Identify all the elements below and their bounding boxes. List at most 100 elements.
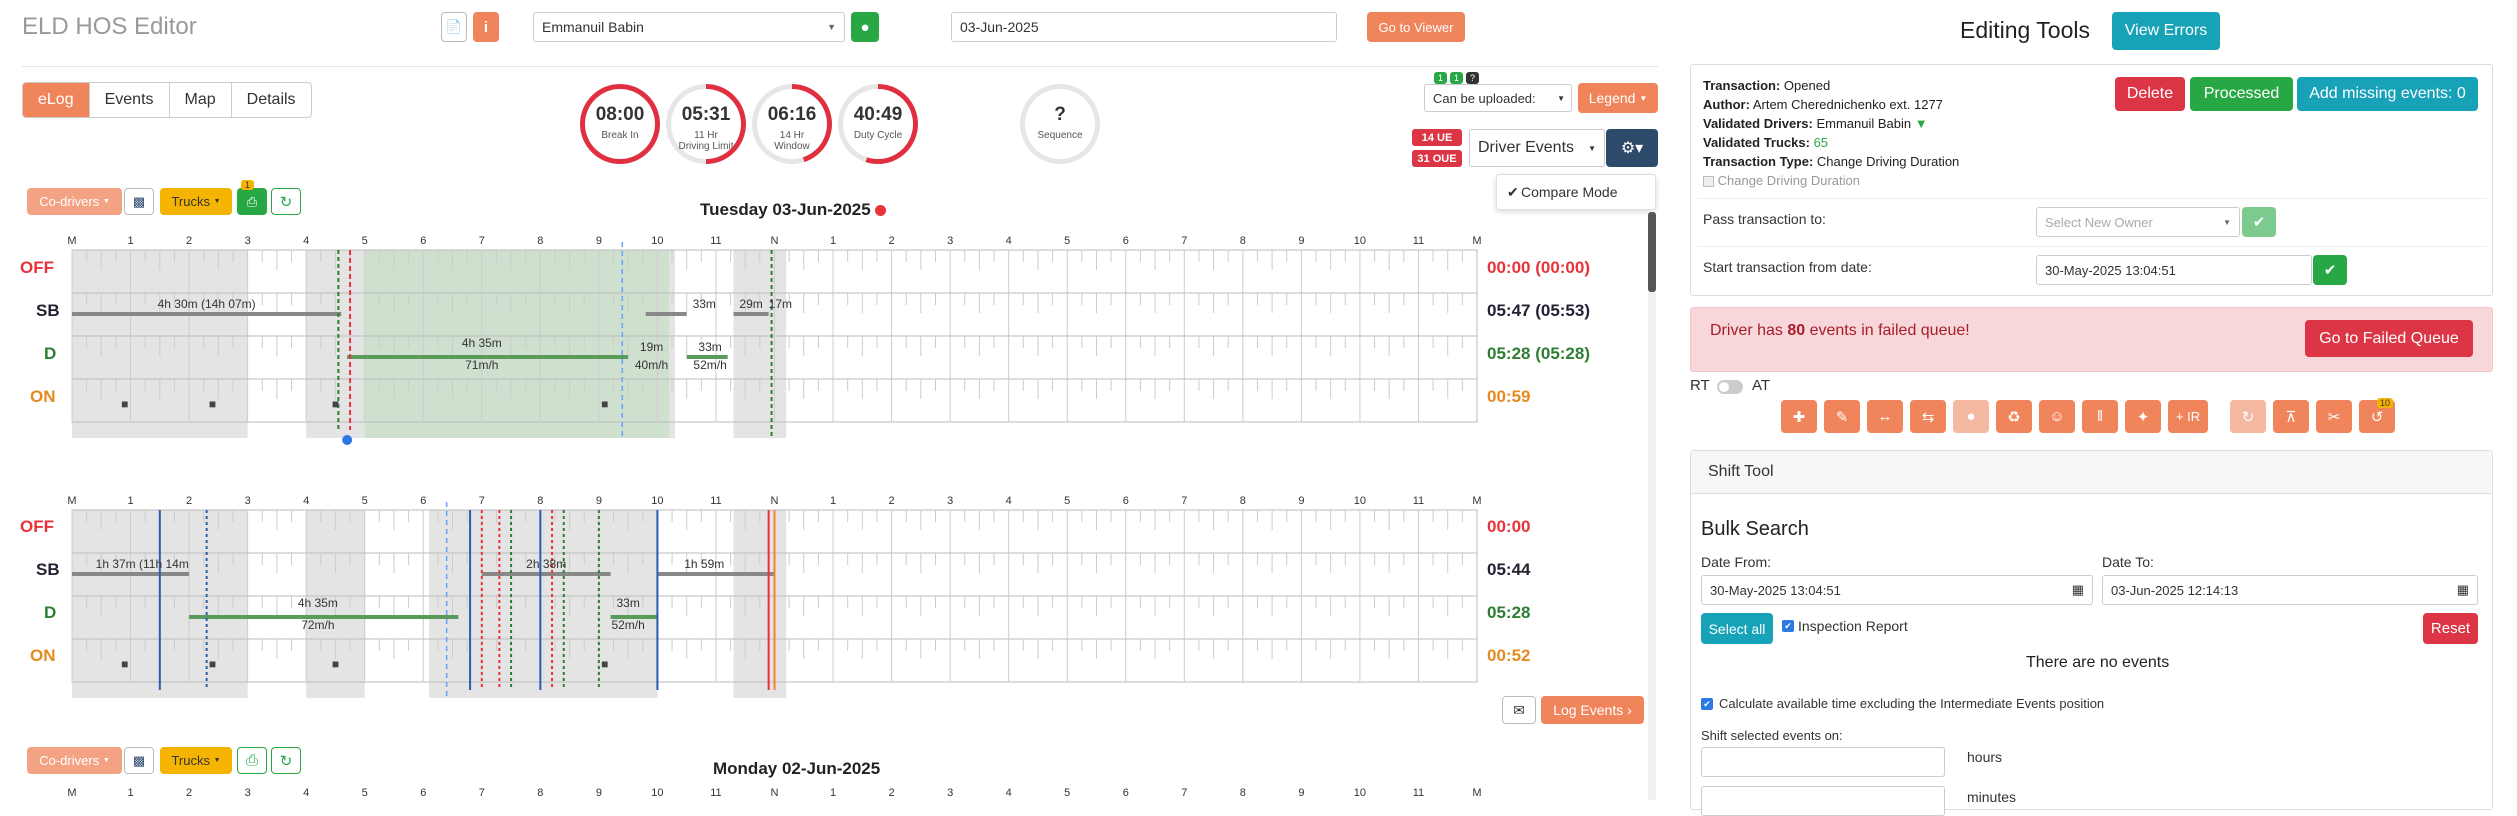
hour-tick-label: 10 bbox=[1354, 495, 1366, 507]
upload-badge-green: 1 bbox=[1450, 72, 1464, 84]
reset-button[interactable]: Reset bbox=[2423, 613, 2478, 644]
inspection-checkbox-row[interactable]: ✔ Inspection Report bbox=[1782, 618, 1908, 634]
hour-tick-label: 9 bbox=[1298, 495, 1304, 507]
segment-label: 52m/h bbox=[693, 358, 726, 372]
edit-icon-button[interactable]: ✎ bbox=[1824, 400, 1860, 433]
legend-button[interactable]: Legend ▼ bbox=[1578, 83, 1658, 113]
font-icon-button[interactable]: ⊼ bbox=[2273, 400, 2309, 433]
processed-button[interactable]: Processed bbox=[2190, 77, 2293, 111]
page-title: ELD HOS Editor bbox=[22, 13, 197, 40]
go-to-failed-queue-button[interactable]: Go to Failed Queue bbox=[2305, 320, 2473, 357]
sync-icon-button[interactable]: ↻ bbox=[2230, 400, 2266, 433]
truck-icon-button[interactable]: ▩ bbox=[124, 188, 154, 215]
print-button[interactable]: ⎙ bbox=[237, 188, 267, 215]
checkbox-checked[interactable]: ✔ bbox=[1782, 620, 1794, 632]
select-all-button[interactable]: Select all bbox=[1701, 613, 1773, 644]
ue-badge[interactable]: 14 UE bbox=[1412, 129, 1462, 146]
view-errors-button[interactable]: View Errors bbox=[2112, 12, 2220, 50]
upload-select[interactable]: Can be uploaded: ▼ bbox=[1424, 84, 1572, 112]
editing-tools-title: Editing Tools bbox=[1960, 17, 2090, 43]
calendar-icon[interactable]: ▦ bbox=[2457, 582, 2469, 598]
columns-icon-button[interactable]: ‖ bbox=[2082, 400, 2118, 433]
expand-horizontal-icon-button[interactable]: ↔ bbox=[1867, 400, 1903, 433]
calc-checkbox-row[interactable]: ✔ Calculate available time excluding the… bbox=[1701, 696, 2104, 711]
hour-tick-label: 7 bbox=[1181, 495, 1187, 507]
hour-tick-label: 8 bbox=[537, 235, 543, 247]
swap-icon-button[interactable]: ⇆ bbox=[1910, 400, 1946, 433]
delete-button[interactable]: Delete bbox=[2115, 77, 2185, 111]
hour-tick-label: M bbox=[1472, 787, 1481, 799]
tab-details[interactable]: Details bbox=[232, 83, 311, 117]
log3-title: Monday 02-Jun-2025 bbox=[713, 759, 881, 778]
hour-tick-label: 10 bbox=[1354, 235, 1366, 247]
segment-label: 1h 59m bbox=[684, 557, 724, 571]
minutes-input[interactable] bbox=[1701, 786, 1945, 816]
hour-tick-label: 5 bbox=[362, 787, 368, 799]
transaction-info: Transaction: Opened Author: Artem Chered… bbox=[1703, 76, 1959, 190]
magic-icon-button[interactable]: ✦ bbox=[2125, 400, 2161, 433]
confirm-owner-button[interactable]: ✔ bbox=[2242, 207, 2276, 237]
compare-mode-menu[interactable]: ✔ Compare Mode bbox=[1496, 174, 1656, 210]
tab-map[interactable]: Map bbox=[170, 83, 232, 117]
codrivers-button[interactable]: Co-drivers ▼ bbox=[27, 188, 122, 215]
comment-button[interactable]: ✉ bbox=[1502, 696, 1536, 724]
user-icon-button[interactable]: ● bbox=[1953, 400, 1989, 433]
shift-tool-title: Shift Tool bbox=[1708, 463, 1774, 480]
trucks-button-2[interactable]: Trucks ▼ bbox=[160, 747, 232, 774]
owner-placeholder: Select New Owner bbox=[2045, 214, 2153, 230]
users-icon-button[interactable]: ☺ bbox=[2039, 400, 2075, 433]
trucks-button[interactable]: Trucks ▼ bbox=[160, 188, 232, 215]
start-date-input[interactable]: 30-May-2025 13:04:51 bbox=[2036, 255, 2312, 285]
add-missing-events-button[interactable]: Add missing events: 0 bbox=[2297, 77, 2478, 111]
tab-events[interactable]: Events bbox=[90, 83, 170, 117]
scissors-icon-button[interactable]: ✂ bbox=[2316, 400, 2352, 433]
trash-icon-button[interactable]: ♻ bbox=[1996, 400, 2032, 433]
codrivers-button-2[interactable]: Co-drivers ▼ bbox=[27, 747, 122, 774]
truck-icon-button-2[interactable]: ▩ bbox=[124, 747, 154, 774]
hours-input[interactable] bbox=[1701, 747, 1945, 777]
calendar-icon[interactable]: ▦ bbox=[2072, 582, 2084, 598]
help-icon[interactable]: ? bbox=[1466, 72, 1480, 84]
driver-events-select[interactable]: Driver Events ▼ bbox=[1469, 129, 1605, 167]
settings-dropdown-button[interactable]: ⚙▾ bbox=[1606, 129, 1658, 167]
gauge-label: Driving Limit bbox=[678, 141, 734, 152]
add-icon-button[interactable]: ✚ bbox=[1781, 400, 1817, 433]
log2-d-total: 05:28 bbox=[1487, 603, 1531, 622]
date-from-input[interactable]: 30-May-2025 13:04:51 ▦ bbox=[1701, 575, 2093, 605]
divider bbox=[1697, 198, 2487, 199]
log1-title: Tuesday 03-Jun-2025 bbox=[700, 200, 887, 220]
log-events-label: Log Events bbox=[1553, 702, 1624, 718]
go-to-viewer-button[interactable]: Go to Viewer bbox=[1367, 12, 1465, 42]
log2-off-label: OFF bbox=[20, 517, 54, 536]
refresh-button[interactable]: ↻ bbox=[271, 188, 301, 215]
hour-tick-label: 4 bbox=[303, 787, 309, 799]
log-events-button[interactable]: Log Events › bbox=[1541, 696, 1644, 724]
hour-tick-label: 2 bbox=[889, 495, 895, 507]
rt-label: RT bbox=[1690, 377, 1710, 394]
owner-select[interactable]: Select New Owner ▼ bbox=[2036, 207, 2240, 237]
log1-title-text: Tuesday 03-Jun-2025 bbox=[700, 200, 871, 219]
hour-tick-label: 5 bbox=[1064, 787, 1070, 799]
pin-icon: ▼ bbox=[1914, 116, 1928, 131]
refresh-button-2[interactable]: ↻ bbox=[271, 747, 301, 774]
oue-badge[interactable]: 31 OUE bbox=[1412, 150, 1462, 167]
checkbox[interactable] bbox=[1703, 176, 1714, 188]
print-button-2[interactable]: ⎙ bbox=[237, 747, 267, 774]
hour-tick-label: 7 bbox=[479, 787, 485, 799]
info-button[interactable]: i bbox=[473, 12, 499, 42]
driver-select[interactable]: Emmanuil Babin ▼ bbox=[533, 12, 845, 42]
rt-at-toggle[interactable] bbox=[1717, 380, 1743, 394]
hour-tick-label: 6 bbox=[1123, 235, 1129, 247]
driver-user-button[interactable]: ● bbox=[851, 12, 879, 42]
codrivers-label: Co-drivers bbox=[39, 753, 100, 768]
hour-tick-label: 11 bbox=[1413, 787, 1424, 799]
add-ir-button[interactable]: + IR bbox=[2168, 400, 2208, 433]
hour-tick-label: 3 bbox=[245, 235, 251, 247]
tab-elog[interactable]: eLog bbox=[23, 83, 90, 117]
date-to-input[interactable]: 03-Jun-2025 12:14:13 ▦ bbox=[2102, 575, 2478, 605]
confirm-start-date-button[interactable]: ✔ bbox=[2313, 255, 2347, 285]
checkbox-checked[interactable]: ✔ bbox=[1701, 697, 1713, 710]
date-input[interactable]: 03-Jun-2025 bbox=[951, 12, 1337, 42]
hours-label: hours bbox=[1967, 749, 2003, 765]
document-icon-button[interactable]: 📄 bbox=[441, 12, 467, 42]
